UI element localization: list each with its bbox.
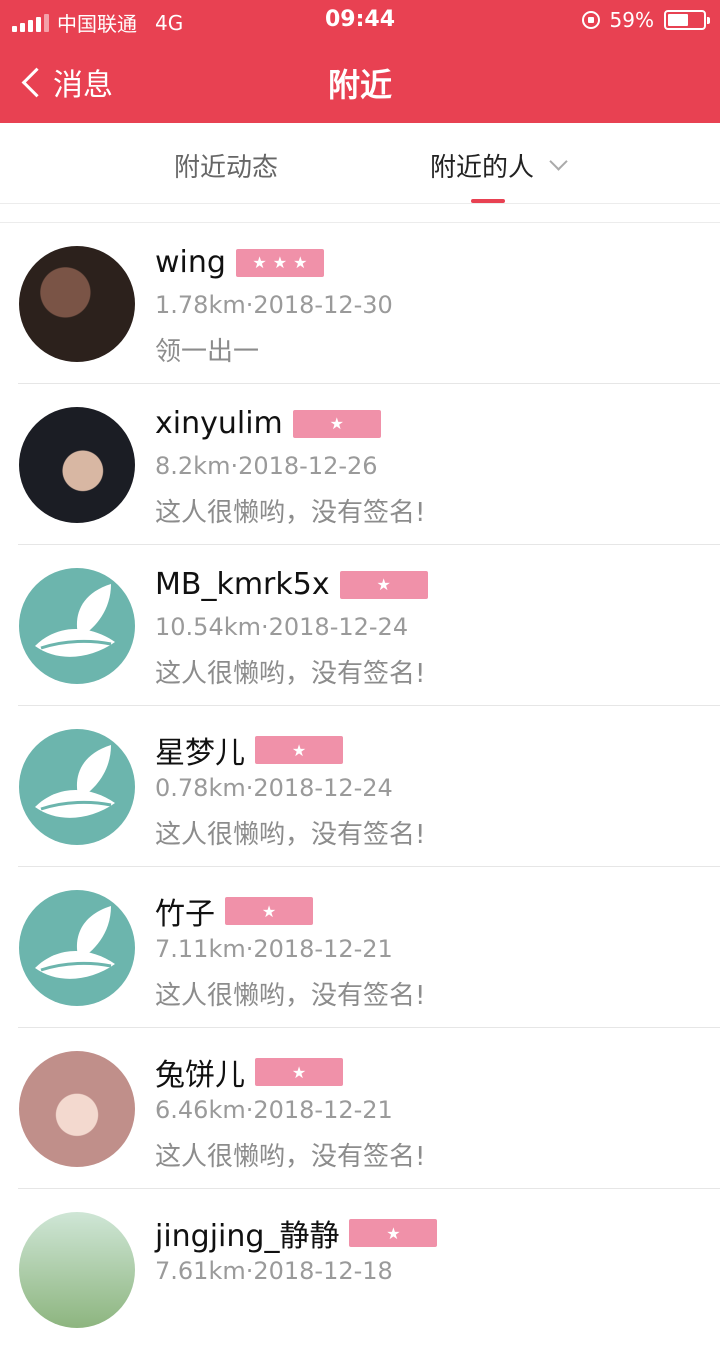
battery-percent: 59%: [609, 8, 654, 32]
list-item[interactable]: 兔饼儿 ★ 6.46km·2018-12-21 这人很懒哟，没有签名!: [18, 1028, 720, 1189]
battery-icon: [664, 10, 710, 30]
avatar: [19, 1051, 135, 1167]
tab-nearby-people-label: 附近的人: [430, 153, 535, 183]
list-item[interactable]: MB_kmrk5x ★ 10.54km·2018-12-24 这人很懒哟，没有签名…: [18, 545, 720, 706]
signature: 领一出一: [155, 337, 260, 367]
level-badge: ★: [349, 1219, 438, 1247]
active-tab-indicator: [471, 199, 505, 203]
leaf-icon: [35, 745, 115, 818]
signature: 这人很懒哟，没有签名!: [155, 820, 426, 850]
user-name: wing: [155, 245, 226, 280]
level-badge: ★★★: [235, 248, 324, 277]
distance-date: 1.78km·2018-12-30: [155, 291, 393, 319]
avatar: [19, 568, 135, 684]
user-name: 竹子: [155, 897, 215, 932]
tab-bar: 附近动态 附近的人: [0, 123, 720, 204]
distance-date: 6.46km·2018-12-21: [155, 1096, 393, 1124]
leaf-icon: [35, 584, 115, 657]
top-bar: 中国联通 4G 09:44 59% 消息 附近: [0, 0, 720, 123]
rotation-lock-icon: [581, 11, 600, 29]
list-item[interactable]: xinyulim ★ 8.2km·2018-12-26 这人很懒哟，没有签名!: [18, 384, 720, 545]
list-item[interactable]: wing ★★★ 1.78km·2018-12-30 领一出一: [18, 223, 720, 384]
level-badge: ★: [225, 897, 313, 925]
level-badge: ★: [255, 736, 343, 764]
status-bar: 中国联通 4G 09:44 59%: [0, 0, 720, 40]
distance-date: 0.78km·2018-12-24: [155, 774, 393, 802]
level-badge: ★: [292, 409, 381, 438]
page-title: 附近: [327, 66, 392, 104]
avatar: [19, 1212, 135, 1328]
signature: 这人很懒哟，没有签名!: [155, 1142, 426, 1172]
leaf-icon: [35, 906, 115, 979]
distance-date: 8.2km·2018-12-26: [155, 452, 378, 480]
avatar: [19, 407, 135, 523]
user-list: wing ★★★ 1.78km·2018-12-30 领一出一 xinyulim ★…: [0, 223, 720, 1349]
distance-date: 10.54km·2018-12-24: [155, 613, 409, 641]
distance-date: 7.61km·2018-12-18: [155, 1257, 393, 1285]
user-name: jingjing_静静: [155, 1219, 340, 1254]
list-item[interactable]: 星梦儿 ★ 0.78km·2018-12-24 这人很懒哟，没有签名!: [18, 706, 720, 867]
signature: 这人很懒哟，没有签名!: [155, 981, 426, 1011]
signature: 这人很懒哟，没有签名!: [155, 659, 426, 689]
tab-nearby-people[interactable]: 附近的人: [430, 147, 568, 184]
list-item[interactable]: 竹子 ★ 7.11km·2018-12-21 这人很懒哟，没有签名!: [18, 867, 720, 1028]
avatar: [19, 729, 135, 845]
list-item[interactable]: jingjing_静静 ★ 7.61km·2018-12-18: [18, 1189, 720, 1349]
user-name: MB_kmrk5x: [155, 567, 330, 602]
user-name: 兔饼儿: [155, 1058, 245, 1093]
distance-date: 7.11km·2018-12-21: [155, 935, 393, 963]
avatar: [19, 890, 135, 1006]
chevron-down-icon[interactable]: [549, 152, 568, 171]
level-badge: ★: [255, 1058, 343, 1086]
tab-nearby-feed[interactable]: 附近动态: [174, 147, 278, 184]
user-name: xinyulim: [155, 406, 283, 441]
level-badge: ★: [339, 570, 428, 599]
nav-bar: 消息 附近: [0, 40, 720, 123]
avatar: [19, 246, 135, 362]
signature: 这人很懒哟，没有签名!: [155, 498, 426, 528]
user-name: 星梦儿: [155, 736, 245, 771]
